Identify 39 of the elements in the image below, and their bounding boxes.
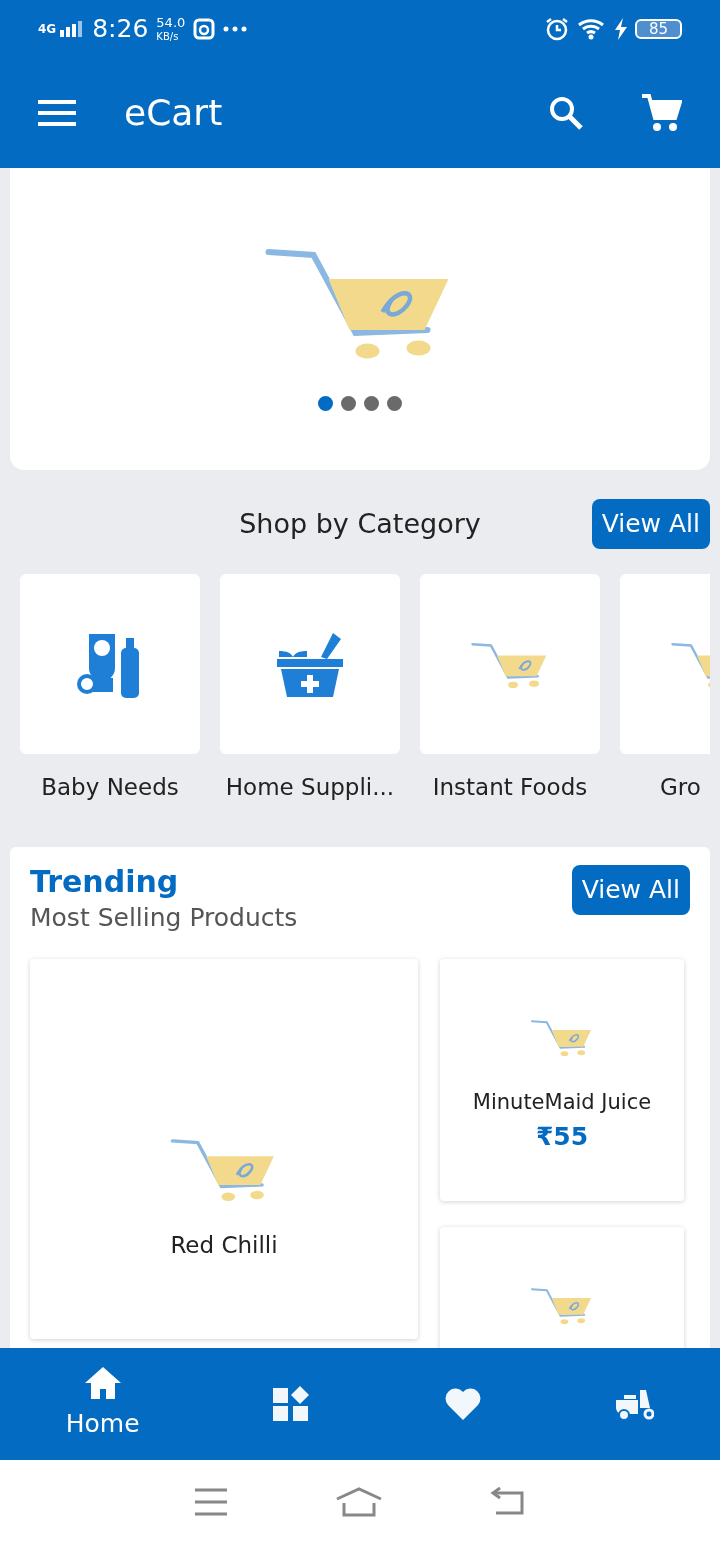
carousel-dot[interactable]	[387, 396, 402, 411]
category-tile[interactable]	[420, 574, 600, 754]
speed-unit: KB/s	[156, 30, 180, 42]
product-price: ₹55	[535, 1121, 589, 1153]
charging-icon	[614, 18, 627, 40]
carousel-dot[interactable]	[364, 396, 379, 411]
category-tile[interactable]	[20, 574, 200, 754]
signal-icon	[60, 21, 85, 37]
categories-icon	[271, 1384, 312, 1424]
category-label: Instant Foods	[432, 773, 588, 802]
app-title: eCart	[124, 91, 223, 135]
product-card[interactable]: MinuteMaid Juice ₹55	[440, 958, 684, 1201]
carousel-dot[interactable]	[341, 396, 356, 411]
back-icon[interactable]	[490, 1487, 527, 1517]
category-label: Baby Needs	[41, 773, 179, 802]
category-label: Gro	[660, 773, 701, 802]
menu-icon[interactable]	[38, 100, 76, 126]
camera-icon	[193, 18, 216, 40]
category-tile[interactable]	[220, 574, 400, 754]
search-icon[interactable]	[548, 95, 584, 131]
battery-level: 85	[634, 18, 682, 40]
view-all-button[interactable]: View All	[571, 864, 690, 915]
section-title: Shop by Category	[239, 506, 481, 541]
section-title: Trending	[30, 864, 180, 899]
more-icon	[223, 26, 248, 32]
home-icon[interactable]	[335, 1487, 383, 1517]
product-name: Red Chilli	[170, 1230, 278, 1260]
speed-value: 54.0	[156, 16, 186, 31]
view-all-button[interactable]: View All	[591, 499, 710, 549]
alarm-icon	[544, 17, 569, 41]
category-label: Home Suppli...	[225, 773, 395, 802]
carousel-dot[interactable]	[318, 396, 333, 411]
product-card[interactable]: Red Chilli	[30, 958, 418, 1339]
network-label: 4G	[38, 21, 57, 38]
menu-icon[interactable]	[193, 1488, 228, 1516]
product-name: MinuteMaid Juice	[472, 1088, 652, 1116]
clock: 8:26	[92, 13, 149, 46]
section-subtitle: Most Selling Products	[30, 902, 298, 934]
cart-icon[interactable]	[640, 93, 682, 133]
